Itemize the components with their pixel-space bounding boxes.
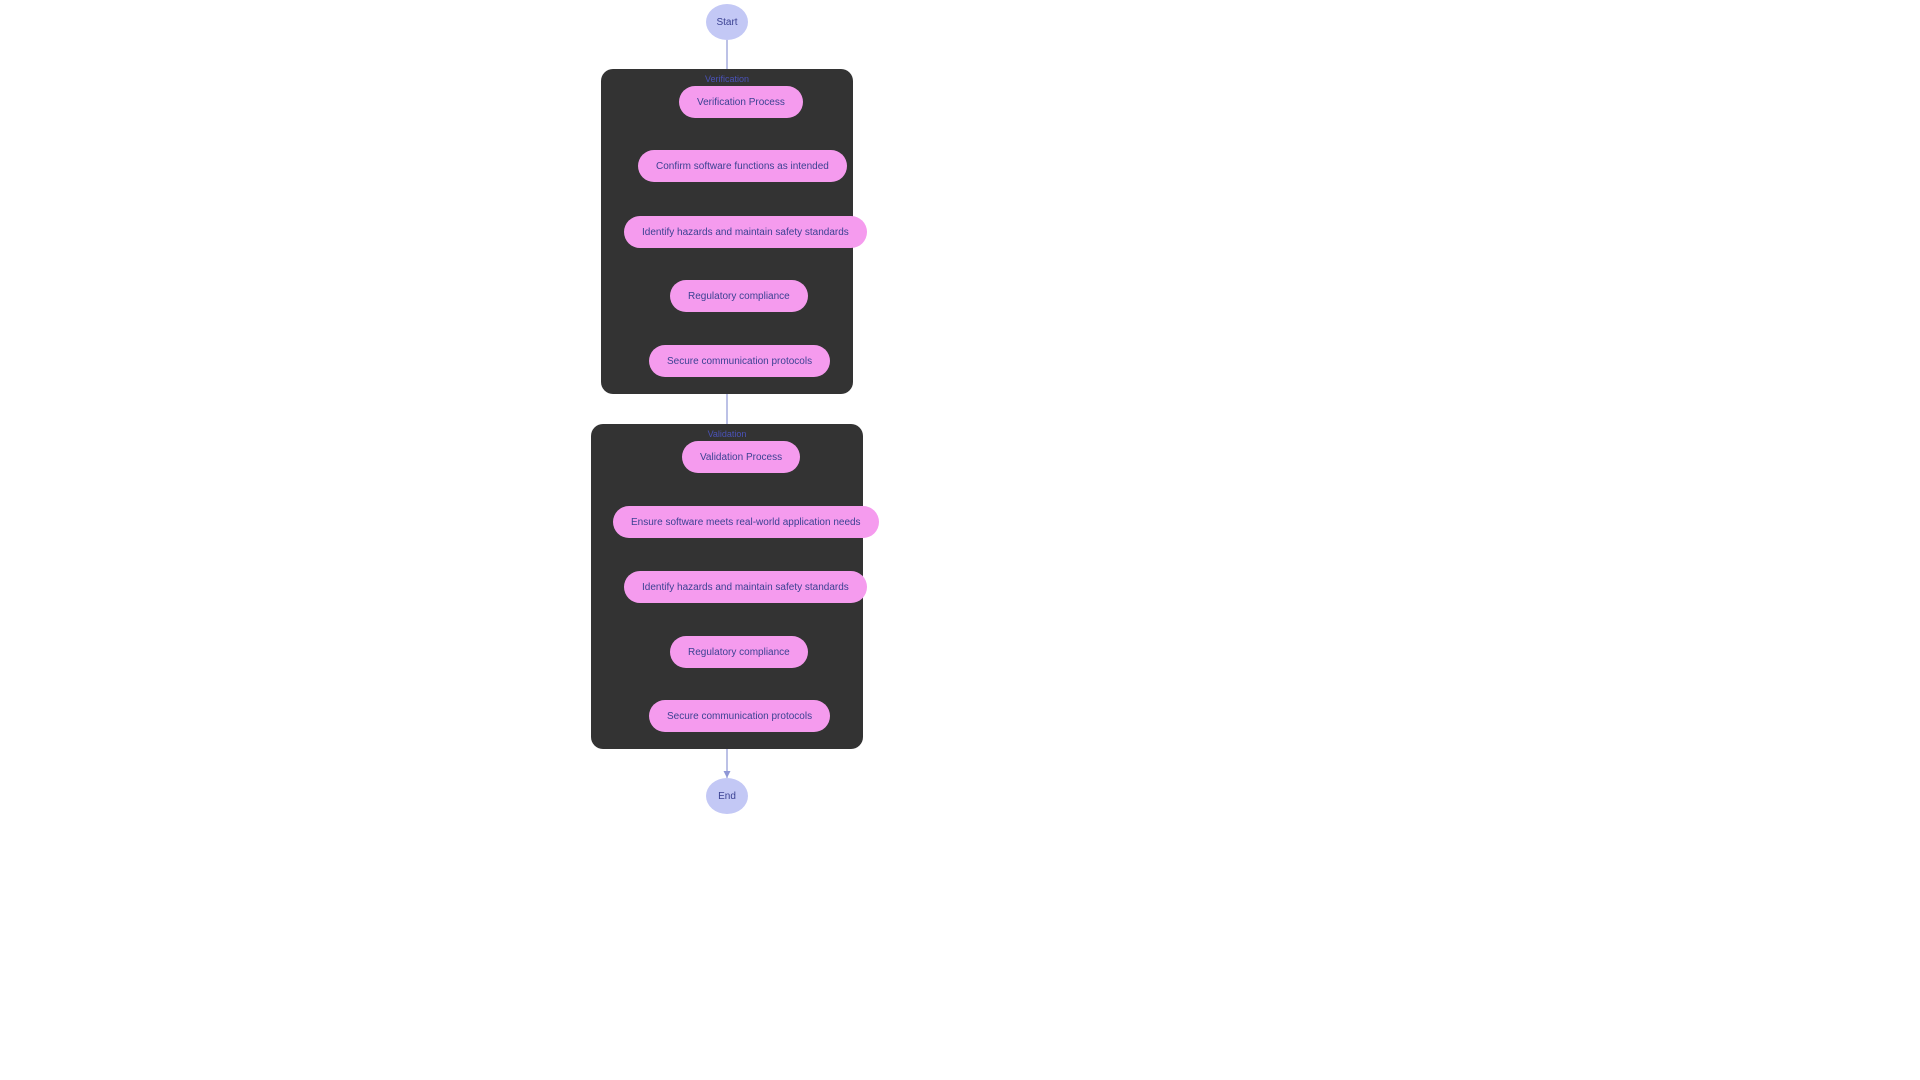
node-secure-comm-2: Secure communication protocols [649, 700, 830, 732]
end-label: End [718, 791, 736, 802]
node-verification-process: Verification Process [679, 86, 803, 118]
node-label: Regulatory compliance [688, 291, 790, 302]
node-label: Regulatory compliance [688, 647, 790, 658]
node-label: Ensure software meets real-world applica… [631, 517, 861, 528]
connectors-layer [0, 0, 1920, 1080]
node-secure-comm-1: Secure communication protocols [649, 345, 830, 377]
node-label: Identify hazards and maintain safety sta… [642, 227, 849, 238]
start-label: Start [716, 17, 737, 28]
start-node: Start [706, 4, 748, 40]
diagram-canvas: Start Verification Verification Process … [0, 0, 1920, 1080]
node-label: Secure communication protocols [667, 711, 812, 722]
end-node: End [706, 778, 748, 814]
node-regulatory-1: Regulatory compliance [670, 280, 808, 312]
node-label: Secure communication protocols [667, 356, 812, 367]
node-label: Identify hazards and maintain safety sta… [642, 582, 849, 593]
node-label: Verification Process [697, 97, 785, 108]
group-validation-label: Validation [591, 429, 863, 439]
node-confirm-functions: Confirm software functions as intended [638, 150, 847, 182]
node-regulatory-2: Regulatory compliance [670, 636, 808, 668]
node-identify-hazards-2: Identify hazards and maintain safety sta… [624, 571, 867, 603]
node-ensure-realworld: Ensure software meets real-world applica… [613, 506, 879, 538]
group-verification-label: Verification [601, 74, 853, 84]
node-label: Validation Process [700, 452, 782, 463]
node-identify-hazards-1: Identify hazards and maintain safety sta… [624, 216, 867, 248]
node-validation-process: Validation Process [682, 441, 800, 473]
node-label: Confirm software functions as intended [656, 161, 829, 172]
